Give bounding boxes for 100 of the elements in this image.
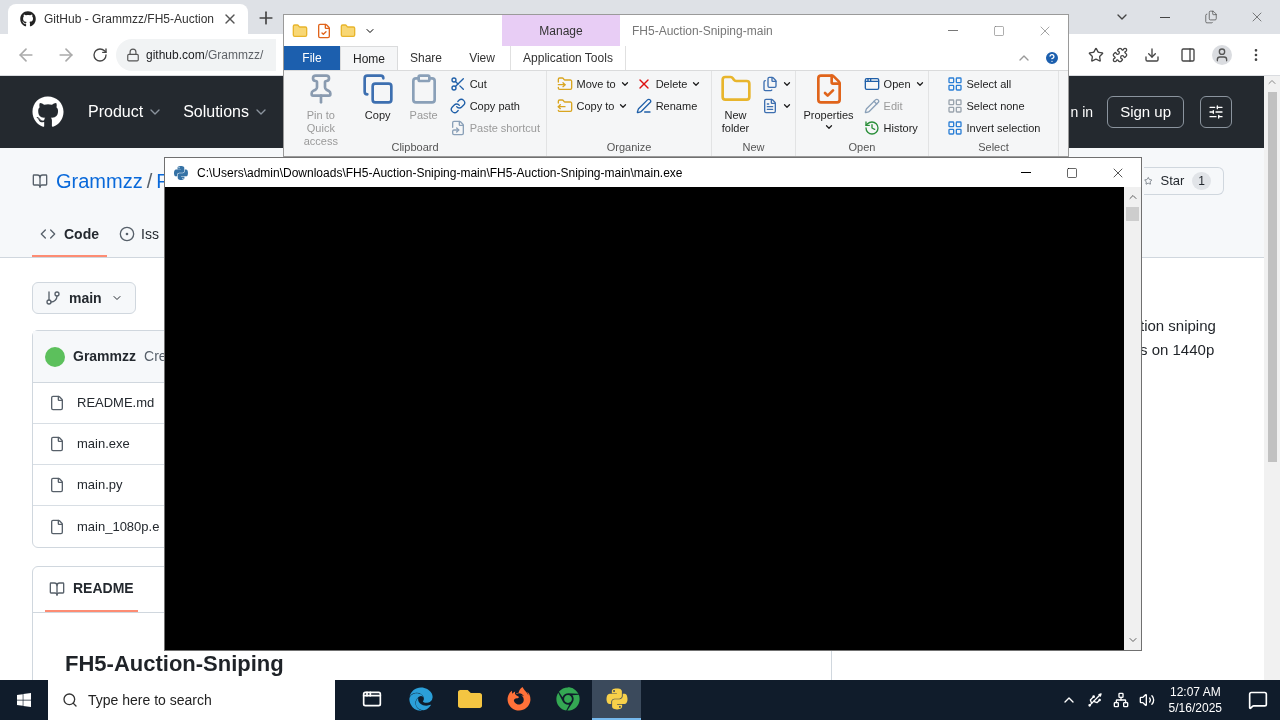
restore-icon	[1204, 10, 1218, 24]
python-icon	[604, 687, 629, 711]
ribbon-tab[interactable]: Home	[340, 46, 398, 70]
sign-up-button[interactable]: Sign up	[1107, 96, 1184, 128]
volume-icon[interactable]	[1138, 692, 1155, 708]
ribbon-button[interactable]: New folder	[715, 73, 756, 135]
repo-tab[interactable]: Code	[32, 213, 107, 257]
file-link[interactable]: main_1080p.e	[77, 516, 160, 537]
group-label: Open	[848, 141, 876, 154]
shortcut-icon	[449, 120, 466, 136]
ribbon-button[interactable]: Cut	[449, 73, 540, 95]
edge-icon	[408, 687, 433, 711]
clock-time[interactable]: 12:07 AM	[1169, 684, 1221, 700]
browser-tab[interactable]: GitHub - Grammzz/FH5-Auction	[8, 4, 248, 34]
branch-icon	[45, 290, 61, 306]
chrome-icon	[555, 687, 580, 711]
settings-button[interactable]	[1200, 96, 1232, 128]
lock-icon	[126, 47, 140, 62]
caret-icon	[618, 101, 629, 111]
minimize-icon	[1160, 16, 1170, 18]
sign-in-link[interactable]: n in	[1070, 101, 1094, 123]
minimize-icon	[948, 30, 958, 31]
file-link[interactable]: README.md	[77, 393, 155, 413]
ribbon-button[interactable]: Invert selection	[946, 117, 1041, 139]
folder-copy-icon	[556, 98, 573, 114]
github-logo-icon[interactable]	[32, 96, 64, 128]
ribbon-tab[interactable]: View	[454, 46, 511, 70]
edit-icon	[863, 98, 880, 114]
ribbon-button[interactable]: Select none	[946, 95, 1041, 117]
bookmark-icon[interactable]	[1088, 46, 1104, 63]
file-link[interactable]: main.py	[77, 475, 123, 495]
extensions-icon[interactable]	[1112, 46, 1128, 63]
repo-owner-link[interactable]: Grammzz	[56, 165, 143, 196]
ribbon-button[interactable]: Move to	[556, 73, 630, 95]
window-title: C:\Users\admin\Downloads\FH5-Auction-Sniping-main\FH5-Auction-Sniping-main\main.exe	[197, 164, 683, 182]
file-link[interactable]: main.exe	[77, 434, 130, 454]
profile-icon[interactable]	[1212, 44, 1232, 65]
ribbon-button[interactable]: Properties	[799, 73, 858, 132]
ribbon-tab[interactable]: Share	[398, 46, 455, 70]
github-logo-icon	[20, 11, 36, 27]
ribbon-button[interactable]: Rename	[635, 95, 702, 117]
file-icon	[49, 395, 65, 411]
readme-tab[interactable]: README	[45, 567, 138, 612]
repo-icon	[32, 172, 48, 189]
file-icon	[49, 518, 65, 535]
group-label: Select	[978, 141, 1009, 154]
task-view-icon	[361, 689, 382, 709]
ribbon-button[interactable]: Open	[863, 73, 925, 95]
ribbon-button[interactable]: Copy	[357, 73, 398, 122]
folder-icon	[457, 687, 482, 711]
side-panel-icon[interactable]	[1180, 46, 1196, 63]
scroll-thumb[interactable]	[1267, 92, 1277, 462]
usb-icon[interactable]	[1086, 692, 1103, 708]
rename-icon	[635, 98, 652, 114]
context-tab-header: Manage	[502, 15, 620, 46]
branch-button[interactable]: main	[32, 282, 136, 314]
ribbon-button[interactable]: Copy path	[449, 95, 540, 117]
grid-icon	[946, 120, 963, 136]
properties-icon[interactable]	[316, 22, 332, 39]
history-icon	[863, 120, 880, 136]
search-field[interactable]: Type here to search	[48, 680, 335, 720]
repo-tab[interactable]: Iss	[119, 213, 159, 257]
page-scrollbar[interactable]	[1264, 76, 1280, 680]
taskbar-app[interactable]	[592, 680, 641, 720]
scroll-thumb[interactable]	[1126, 207, 1139, 221]
clock-date[interactable]: 5/16/2025	[1168, 700, 1222, 716]
star-button[interactable]: Star 1	[1144, 166, 1224, 195]
caret-icon	[781, 79, 792, 89]
caret-icon	[823, 122, 834, 132]
scrollbar[interactable]	[1124, 187, 1141, 650]
python-icon	[173, 164, 189, 181]
ribbon-tab[interactable]: Application Tools	[510, 46, 626, 70]
star-count: 1	[1192, 171, 1211, 190]
window-title: FH5-Auction-Sniping-main	[632, 22, 773, 40]
commit-author[interactable]: Grammzz	[73, 346, 137, 367]
caret-icon	[781, 101, 792, 111]
readme-heading: FH5-Auction-Sniping	[65, 651, 284, 677]
nav-link[interactable]: Product	[88, 100, 164, 124]
maximize-icon	[993, 24, 1005, 37]
nav-link[interactable]: Solutions	[183, 100, 269, 124]
file-icon	[49, 436, 65, 452]
ribbon-button[interactable]: History	[863, 117, 925, 139]
notifications-icon[interactable]	[1248, 690, 1268, 710]
ribbon-button[interactable]: Delete	[635, 73, 702, 95]
ribbon-tab[interactable]: File	[284, 46, 340, 70]
network-icon[interactable]	[1112, 692, 1129, 708]
firefox-icon	[506, 687, 531, 711]
ribbon-button[interactable]: Copy to	[556, 95, 630, 117]
avatar-icon	[45, 346, 65, 367]
help-icon[interactable]	[1044, 50, 1060, 66]
grid-icon	[946, 76, 963, 92]
reload-icon[interactable]	[92, 46, 108, 63]
folder-move-icon	[556, 76, 573, 92]
files-icon	[761, 76, 778, 92]
caret-icon	[691, 79, 702, 89]
address-bar[interactable]: github.com/Grammzz/	[116, 38, 276, 71]
group-label: Clipboard	[391, 141, 439, 154]
download-icon[interactable]	[1144, 46, 1160, 63]
ribbon-button[interactable]: Select all	[946, 73, 1041, 95]
group-label: Organize	[606, 141, 652, 154]
